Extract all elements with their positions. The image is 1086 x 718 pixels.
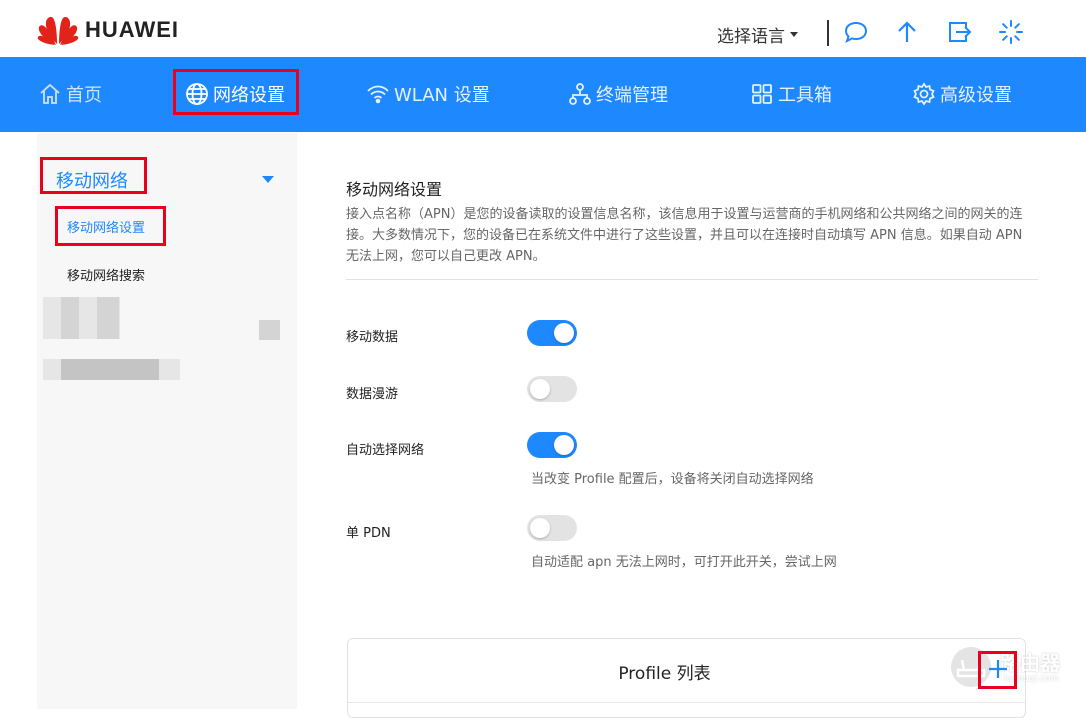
caret-down-icon xyxy=(790,32,798,37)
single-pdn-hint: 自动适配 apn 无法上网时，可打开此开关，尝试上网 xyxy=(531,555,837,570)
section-divider xyxy=(346,279,1038,280)
data-roaming-label: 数据漫游 xyxy=(346,387,399,402)
blurred-item xyxy=(61,297,79,339)
gear-icon xyxy=(913,82,935,106)
main-nav: 首页 网络设置 WLAN 设置 终端管理 工具箱 高级设置 xyxy=(0,57,1086,132)
loading-spinner-icon xyxy=(997,18,1025,46)
nav-toolbox[interactable]: 工具箱 xyxy=(750,79,832,109)
profile-list-card: Profile 列表 xyxy=(347,638,1026,718)
devices-icon xyxy=(569,83,591,105)
nav-toolbox-label: 工具箱 xyxy=(778,85,832,106)
profile-list-divider xyxy=(348,702,1025,703)
language-label: 选择语言 xyxy=(717,27,785,47)
toolbox-icon xyxy=(752,84,772,104)
mobile-data-label: 移动数据 xyxy=(346,330,399,345)
brand-logo[interactable]: HUAWEI xyxy=(37,14,179,46)
mobile-data-toggle[interactable] xyxy=(527,320,577,346)
highlight-box-nav xyxy=(173,69,299,115)
highlight-box-sidebar-section xyxy=(40,157,147,194)
nav-devices-label: 终端管理 xyxy=(596,85,668,106)
blurred-item xyxy=(97,297,119,339)
nav-home[interactable]: 首页 xyxy=(38,79,102,109)
toggle-knob xyxy=(554,323,574,343)
auto-select-network-label: 自动选择网络 xyxy=(346,443,425,458)
toggle-knob xyxy=(554,435,574,455)
nav-device-management[interactable]: 终端管理 xyxy=(568,79,668,109)
profile-list-title: Profile 列表 xyxy=(618,664,711,684)
single-pdn-label: 单 PDN xyxy=(346,526,391,541)
data-roaming-toggle[interactable] xyxy=(527,376,577,402)
brand-name: HUAWEI xyxy=(85,17,179,42)
nav-home-label: 首页 xyxy=(66,85,102,106)
chat-icon[interactable] xyxy=(842,18,870,46)
wifi-icon xyxy=(367,85,389,104)
highlight-box-add-button xyxy=(978,651,1017,689)
nav-advanced-settings[interactable]: 高级设置 xyxy=(912,79,1012,109)
nav-advanced-label: 高级设置 xyxy=(940,85,1012,106)
logout-icon[interactable] xyxy=(945,18,973,46)
header-divider xyxy=(827,20,829,46)
huawei-logo-icon xyxy=(37,17,79,45)
caret-down-icon[interactable] xyxy=(262,176,274,183)
nav-wlan-label: WLAN 设置 xyxy=(394,85,490,106)
auto-select-network-hint: 当改变 Profile 配置后，设备将关闭自动选择网络 xyxy=(531,472,814,487)
single-pdn-toggle[interactable] xyxy=(527,515,577,541)
top-header: HUAWEI 选择语言 xyxy=(0,0,1086,57)
sidebar-item-mobile-network-search[interactable]: 移动网络搜索 xyxy=(67,265,145,284)
toggle-knob xyxy=(530,518,550,538)
home-icon xyxy=(40,83,60,104)
page-description: 接入点名称（APN）是您的设备读取的设置信息名称，该信息用于设置与运营商的手机网… xyxy=(346,207,1023,264)
language-selector[interactable]: 选择语言 xyxy=(717,22,798,47)
page-title: 移动网络设置 xyxy=(346,180,443,199)
auto-select-network-toggle[interactable] xyxy=(527,432,577,458)
highlight-box-sidebar-item xyxy=(55,206,166,246)
upload-arrow-icon[interactable] xyxy=(893,18,921,46)
toggle-knob xyxy=(530,379,550,399)
blurred-item xyxy=(61,359,159,380)
blurred-item xyxy=(259,320,280,340)
nav-wlan-settings[interactable]: WLAN 设置 xyxy=(366,79,490,109)
